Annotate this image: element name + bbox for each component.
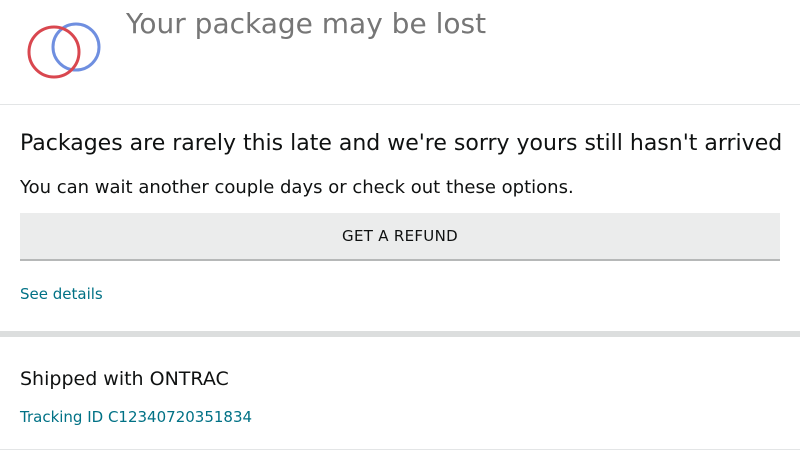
see-details-link[interactable]: See details	[20, 283, 103, 305]
page-header: Your package may be lost	[0, 0, 800, 104]
overlapping-rings-icon	[27, 22, 101, 79]
carrier-label: Shipped with ONTRAC	[20, 368, 229, 390]
get-refund-button[interactable]: GET A REFUND	[20, 213, 780, 261]
package-status-screen: Your package may be lost Packages are ra…	[0, 0, 800, 450]
lost-package-subtext: You can wait another couple days or chec…	[20, 177, 574, 198]
tracking-id-link[interactable]: Tracking ID C12340720351834	[20, 406, 252, 428]
lost-package-message-section: Packages are rarely this late and we're …	[0, 105, 800, 331]
shipping-info-section: Shipped with ONTRAC Tracking ID C1234072…	[0, 337, 800, 450]
lost-package-headline: Packages are rarely this late and we're …	[20, 131, 783, 156]
page-title: Your package may be lost	[126, 7, 487, 40]
